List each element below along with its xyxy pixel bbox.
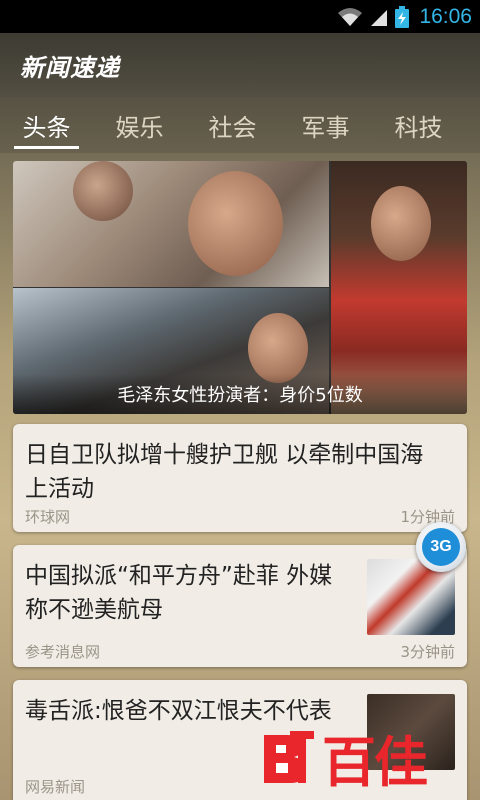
hero-photo-haircut [13,161,329,287]
news-source: 网易新闻 [25,778,86,796]
status-time: 16:06 [419,4,472,28]
watermark-text: 百佳 [322,730,428,794]
category-tabs: 头条 娱乐 社会 军事 科技 [0,97,480,153]
tab-society[interactable]: 社会 [186,97,279,153]
tab-technology[interactable]: 科技 [372,97,465,153]
tab-entertainment[interactable]: 娱乐 [93,97,186,153]
baijia-logo-icon [258,727,318,787]
news-source: 环球网 [25,508,71,526]
signal-icon [371,9,388,26]
app-title: 新闻速递 [20,53,120,82]
status-icons [337,5,410,28]
hero-caption: 毛泽东女性扮演者：身价5位数 [13,374,467,414]
app-header: 新闻速递 [0,33,480,97]
tab-headlines[interactable]: 头条 [0,97,93,153]
news-title: 日自卫队拟增十艘护卫舰 以牵制中国海 上活动 [25,442,424,502]
network-3g-badge[interactable]: 3G [416,522,466,572]
news-source: 参考消息网 [25,643,101,661]
news-time: 3分钟前 [400,643,455,661]
news-title: 中国拟派“和平方舟”赴菲 外媒 称不逊美航母 [25,563,333,623]
featured-story[interactable]: 毛泽东女性扮演者：身价5位数 [13,161,467,414]
battery-icon [395,5,410,28]
watermark-logo: 百佳 [258,722,458,794]
status-bar: 16:06 [0,0,480,33]
wifi-icon [338,7,363,26]
tab-military[interactable]: 军事 [279,97,372,153]
news-card[interactable]: 日自卫队拟增十艘护卫舰 以牵制中国海 上活动 环球网 1分钟前 [13,424,467,532]
badge-label: 3G [422,528,460,566]
news-card[interactable]: 中国拟派“和平方舟”赴菲 外媒 称不逊美航母 参考消息网 3分钟前 [13,545,467,667]
